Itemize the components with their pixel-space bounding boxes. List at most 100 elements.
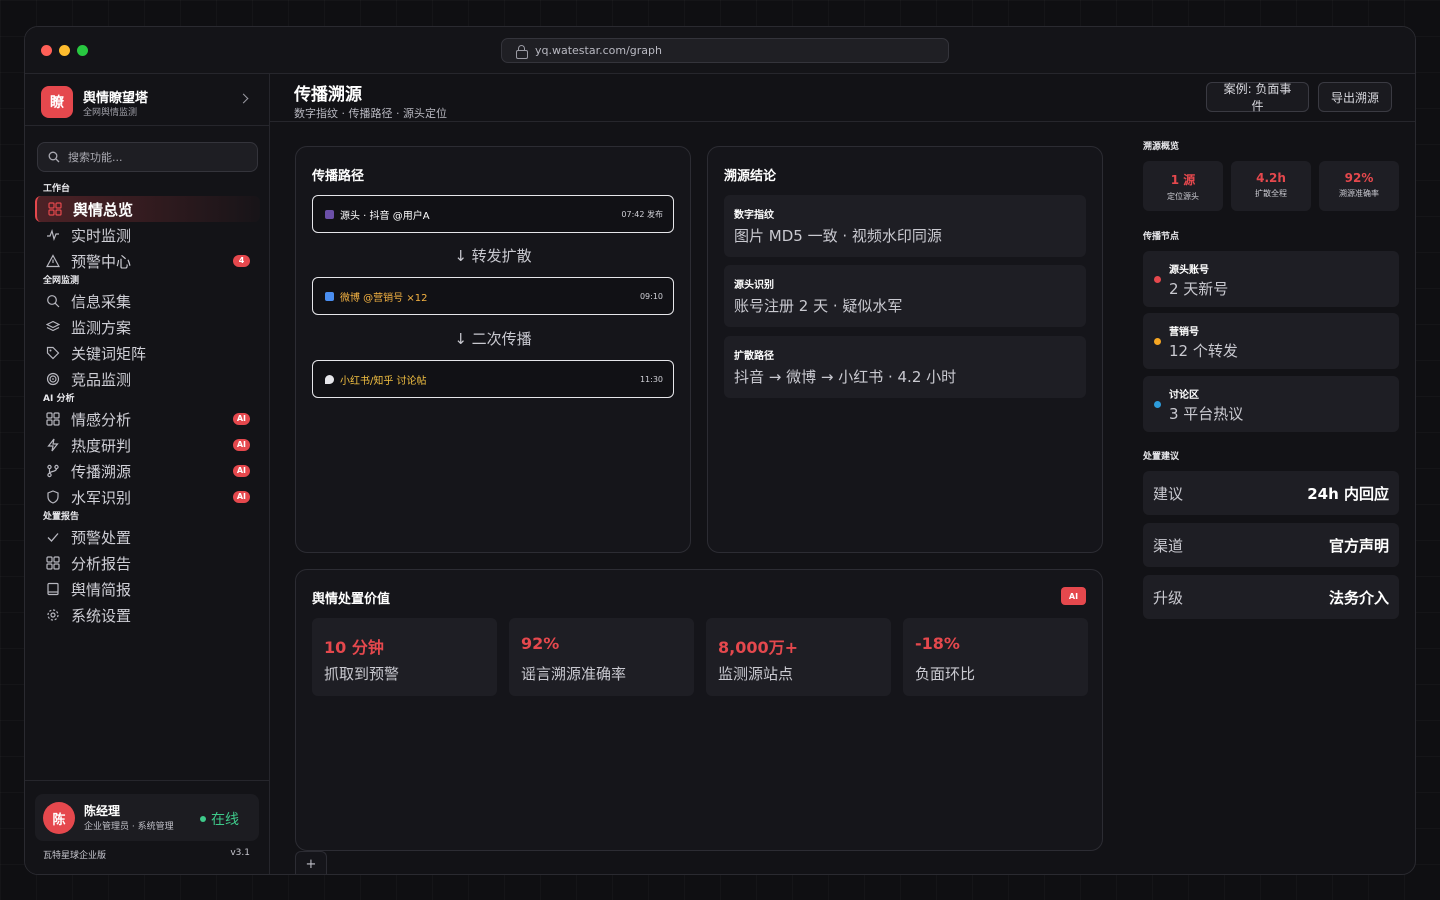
card-title: 舆情处置价值 [312, 592, 391, 607]
app-window: yq.watestar.com/graph 瞭 舆情瞭望塔 全网舆情监测 工作台… [24, 26, 1416, 875]
nav-group-label: 工作台 [43, 184, 71, 194]
node-text: 源头 · 抖音 @用户A [340, 210, 430, 222]
sidebar-item-label: 信息采集 [71, 292, 132, 311]
sidebar-item-label: 情感分析 [71, 410, 132, 429]
nav-badge: AI [232, 439, 250, 451]
propagation-node[interactable]: 讨论区 3 平台热议 [1143, 376, 1399, 432]
conclusion-key: 数字指纹 [734, 210, 774, 221]
propagation-node[interactable]: 营销号 12 个转发 [1143, 313, 1399, 369]
online-status: 在线 [200, 809, 239, 829]
sidebar-item-label: 监测方案 [71, 318, 132, 337]
conclusion-item: 扩散路径 抖音 → 微博 → 小红书 · 4.2 小时 [724, 336, 1086, 398]
grid-icon [45, 411, 61, 427]
path-node-discussion[interactable]: 小红书/知乎 讨论帖 11:30 [312, 360, 674, 398]
edition-label: 瓦特星球企业版 [43, 851, 107, 861]
status-dot-icon [1154, 276, 1161, 283]
nav-badge: 4 [233, 255, 250, 267]
add-tab-button[interactable]: + [295, 851, 327, 874]
grid-icon [45, 555, 61, 571]
maximize-window-button[interactable] [77, 45, 88, 56]
tag-icon [45, 345, 61, 361]
sidebar-item[interactable]: 热度研判 AI [25, 432, 270, 458]
close-window-button[interactable] [41, 45, 52, 56]
sidebar-item[interactable]: 监测方案 [25, 314, 270, 340]
phone-icon [325, 209, 334, 219]
bolt-icon [45, 437, 61, 453]
flow-arrow: ↓ 转发扩散 [454, 247, 532, 265]
stat-value: 1 源 [1170, 173, 1196, 187]
node-key: 讨论区 [1169, 390, 1199, 401]
metric-card: 10 分钟 抓取到预警 [312, 618, 497, 696]
stat-label: 溯源准确率 [1339, 189, 1379, 198]
brand-switcher[interactable]: 瞭 舆情瞭望塔 全网舆情监测 [25, 74, 269, 126]
minimize-window-button[interactable] [59, 45, 70, 56]
sidebar-item[interactable]: 关键词矩阵 [25, 340, 270, 366]
sidebar-item-label: 预警中心 [71, 252, 132, 271]
sidebar-item-label: 分析报告 [71, 554, 132, 573]
node-time: 11:30 [639, 374, 663, 384]
sidebar-item[interactable]: 实时监测 [25, 222, 270, 248]
sidebar-item-label: 关键词矩阵 [71, 344, 147, 363]
brand-name: 舆情瞭望塔 [83, 91, 149, 106]
node-key: 源头账号 [1169, 265, 1209, 276]
node-time: 09:10 [639, 291, 663, 301]
sidebar-item[interactable]: 竞品监测 [25, 366, 270, 392]
layers-icon [45, 319, 61, 335]
sidebar-item-label: 水军识别 [71, 488, 132, 507]
sidebar-item-label: 实时监测 [71, 226, 132, 245]
sidebar-item[interactable]: 系统设置 [25, 602, 270, 628]
sidebar-item-label: 竞品监测 [71, 370, 132, 389]
target-icon [45, 371, 61, 387]
path-node-source[interactable]: 源头 · 抖音 @用户A 07:42 发布 [312, 195, 674, 233]
export-button[interactable]: 导出溯源 [1318, 82, 1392, 112]
stat-card: 4.2h 扩散全程 [1231, 161, 1311, 211]
propagation-node[interactable]: 源头账号 2 天新号 [1143, 251, 1399, 307]
nodes-heading: 传播节点 [1143, 232, 1180, 242]
search-icon [45, 293, 61, 309]
node-time: 07:42 发布 [621, 209, 663, 219]
address-bar[interactable]: yq.watestar.com/graph [501, 38, 949, 63]
sidebar-item[interactable]: 舆情总览 [35, 196, 260, 222]
metric-label: 谣言溯源准确率 [521, 665, 627, 683]
path-node-weibo[interactable]: 微博 @营销号 ×12 09:10 [312, 277, 674, 315]
suggest-heading: 处置建议 [1143, 452, 1180, 462]
conclusion-item: 数字指纹 图片 MD5 一致 · 视频水印同源 [724, 195, 1086, 257]
search-input[interactable] [68, 150, 238, 164]
sidebar-item-label: 舆情简报 [71, 580, 132, 599]
nav-group-label: AI 分析 [43, 394, 75, 404]
chevron-right-icon [238, 93, 249, 104]
stat-card: 92% 溯源准确率 [1319, 161, 1399, 211]
nav-badge: AI [232, 413, 250, 425]
sidebar-item[interactable]: 预警处置 [25, 524, 270, 550]
check-icon [45, 529, 61, 545]
overview-heading: 溯源概览 [1143, 142, 1180, 152]
nav-group-label: 处置报告 [43, 512, 80, 522]
sidebar-item[interactable]: 信息采集 [25, 288, 270, 314]
case-button[interactable]: 案例: 负面事件 [1206, 82, 1309, 113]
flow-arrow: ↓ 二次传播 [454, 330, 532, 348]
sidebar-item[interactable]: 水军识别 AI [25, 484, 270, 510]
conclusion-key: 扩散路径 [734, 351, 774, 362]
disposal-value-card: 舆情处置价值 AI 10 分钟 抓取到预警 92% 谣言溯源准确率 8,000万… [295, 569, 1103, 851]
sidebar-item[interactable]: 传播溯源 AI [25, 458, 270, 484]
user-name: 陈经理 [84, 804, 121, 818]
sidebar-item-label: 热度研判 [71, 436, 132, 455]
metric-value: 10 分钟 [324, 638, 384, 657]
grid-icon [47, 201, 63, 217]
nav-badge: AI [232, 465, 250, 477]
suggestion-key: 渠道 [1153, 537, 1184, 555]
sidebar-item-label: 舆情总览 [73, 200, 134, 219]
stat-card: 1 源 定位源头 [1143, 161, 1223, 211]
user-card[interactable]: 陈 陈经理 企业管理员 · 系统管理 在线 [35, 794, 259, 841]
pulse-icon [45, 227, 61, 243]
card-title: 传播路径 [312, 169, 365, 184]
sidebar-item[interactable]: 分析报告 [25, 550, 270, 576]
sidebar-item-label: 传播溯源 [71, 462, 132, 481]
propagation-path-card: 传播路径 源头 · 抖音 @用户A 07:42 发布 ↓ 转发扩散 微博 @营销… [295, 146, 691, 553]
stat-label: 定位源头 [1167, 192, 1199, 201]
sidebar-item[interactable]: 预警中心 4 [25, 248, 270, 274]
sidebar-item[interactable]: 舆情简报 [25, 576, 270, 602]
main-header: 传播溯源 数字指纹 · 传播路径 · 源头定位 案例: 负面事件 导出溯源 [270, 74, 1415, 122]
search-box[interactable] [37, 142, 258, 172]
sidebar-item[interactable]: 情感分析 AI [25, 406, 270, 432]
